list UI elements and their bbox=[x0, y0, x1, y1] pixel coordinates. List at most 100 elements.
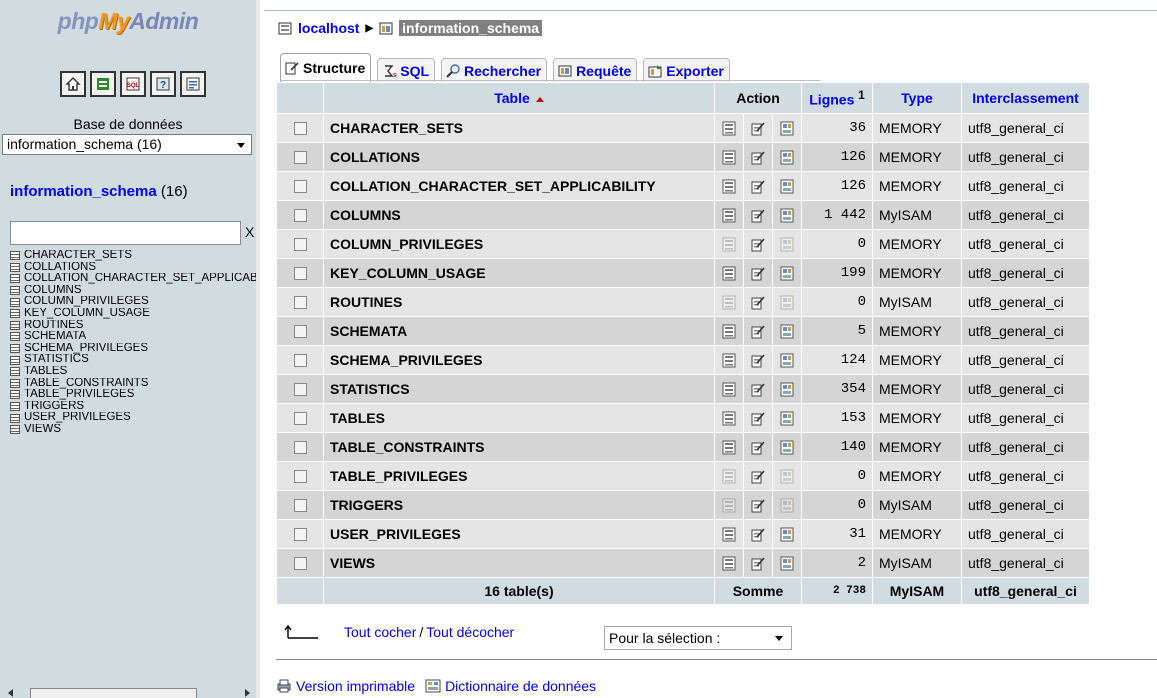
table-name[interactable]: STATISTICS bbox=[324, 375, 714, 403]
table-row[interactable]: TRIGGERS 0 MyISAM utf8_general_ci bbox=[277, 491, 1089, 519]
browse-icon[interactable] bbox=[722, 382, 736, 397]
sidebar-table-label[interactable]: CHARACTER_SETS bbox=[24, 250, 132, 262]
sidebar-table-label[interactable]: COLUMNS bbox=[24, 285, 82, 297]
sidebar-table-label[interactable]: SCHEMATA bbox=[24, 331, 86, 343]
exit-icon[interactable] bbox=[90, 71, 116, 97]
search-table-icon[interactable] bbox=[780, 324, 794, 339]
table-name[interactable]: CHARACTER_SETS bbox=[324, 114, 714, 142]
structure-icon[interactable] bbox=[751, 324, 765, 339]
browse-icon[interactable] bbox=[722, 527, 736, 542]
database-link[interactable]: information_schema (16) bbox=[10, 183, 188, 200]
sidebar-table-label[interactable]: COLLATIONS bbox=[24, 262, 96, 274]
table-icon[interactable] bbox=[10, 344, 20, 354]
table-icon[interactable] bbox=[10, 378, 20, 388]
scroll-left-icon[interactable] bbox=[8, 689, 13, 697]
table-icon[interactable] bbox=[10, 425, 20, 435]
sidebar-table-label[interactable]: ROUTINES bbox=[24, 320, 83, 332]
row-checkbox[interactable] bbox=[293, 469, 307, 483]
tab-exporter[interactable]: Exporter bbox=[643, 58, 730, 82]
row-checkbox[interactable] bbox=[293, 237, 307, 251]
table-icon[interactable] bbox=[10, 413, 20, 423]
breadcrumb-server[interactable]: localhost bbox=[298, 20, 359, 36]
breadcrumb-database[interactable]: information_schema bbox=[399, 20, 543, 36]
search-table-icon[interactable] bbox=[780, 527, 794, 542]
sidebar-table-item[interactable]: COLLATIONS bbox=[10, 262, 256, 274]
search-table-icon[interactable] bbox=[780, 556, 794, 571]
table-name[interactable]: TABLES bbox=[324, 404, 714, 432]
browse-icon[interactable] bbox=[722, 440, 736, 455]
table-name[interactable]: COLLATIONS bbox=[324, 143, 714, 171]
table-row[interactable]: TABLE_CONSTRAINTS 140 MEMORY utf8_general_c… bbox=[277, 433, 1089, 461]
search-table-icon[interactable] bbox=[780, 295, 794, 310]
table-name[interactable]: COLUMN_PRIVILEGES bbox=[324, 230, 714, 258]
collation-column-header[interactable]: Interclassement bbox=[962, 83, 1089, 113]
table-row[interactable]: USER_PRIVILEGES 31 MEMORY utf8_general_ci bbox=[277, 520, 1089, 548]
browse-icon[interactable] bbox=[722, 324, 736, 339]
structure-icon[interactable] bbox=[751, 527, 765, 542]
table-row[interactable]: TABLE_PRIVILEGES 0 MEMORY utf8_general_ci bbox=[277, 462, 1089, 490]
search-table-icon[interactable] bbox=[780, 237, 794, 252]
scroll-thumb[interactable] bbox=[30, 688, 197, 698]
browse-icon[interactable] bbox=[722, 237, 736, 252]
row-checkbox[interactable] bbox=[293, 121, 307, 135]
type-column-header[interactable]: Type bbox=[873, 83, 961, 113]
structure-icon[interactable] bbox=[751, 295, 765, 310]
search-table-icon[interactable] bbox=[780, 266, 794, 281]
scroll-right-icon[interactable] bbox=[245, 689, 250, 697]
sidebar-table-label[interactable]: COLUMN_PRIVILEGES bbox=[24, 296, 149, 308]
table-row[interactable]: STATISTICS 354 MEMORY utf8_general_ci bbox=[277, 375, 1089, 403]
sidebar-table-item[interactable]: TRIGGERS bbox=[10, 401, 256, 413]
table-icon[interactable] bbox=[10, 309, 20, 319]
row-checkbox[interactable] bbox=[293, 295, 307, 309]
row-checkbox[interactable] bbox=[293, 353, 307, 367]
row-checkbox[interactable] bbox=[293, 411, 307, 425]
structure-icon[interactable] bbox=[751, 353, 765, 368]
table-icon[interactable] bbox=[10, 251, 20, 261]
browse-icon[interactable] bbox=[722, 469, 736, 484]
browse-icon[interactable] bbox=[722, 556, 736, 571]
search-table-icon[interactable] bbox=[780, 179, 794, 194]
tab-structure[interactable]: Structure bbox=[280, 53, 372, 82]
search-table-icon[interactable] bbox=[780, 411, 794, 426]
sidebar-table-item[interactable]: COLUMN_PRIVILEGES bbox=[10, 296, 256, 308]
table-row[interactable]: KEY_COLUMN_USAGE 199 MEMORY utf8_general_ci bbox=[277, 259, 1089, 287]
sidebar-table-item[interactable]: ROUTINES bbox=[10, 320, 256, 332]
browse-icon[interactable] bbox=[722, 208, 736, 223]
row-checkbox[interactable] bbox=[293, 150, 307, 164]
table-name[interactable]: ROUTINES bbox=[324, 288, 714, 316]
rows-column-header[interactable]: Lignes 1 bbox=[802, 83, 872, 113]
horizontal-scrollbar[interactable] bbox=[8, 686, 250, 698]
table-row[interactable]: COLUMNS 1 442 MyISAM utf8_general_ci bbox=[277, 201, 1089, 229]
docs-icon[interactable] bbox=[180, 71, 206, 97]
table-name[interactable]: USER_PRIVILEGES bbox=[324, 520, 714, 548]
table-row[interactable]: COLLATIONS 126 MEMORY utf8_general_ci bbox=[277, 143, 1089, 171]
table-row[interactable]: COLLATION_CHARACTER_SET_APPLICABILITY 126… bbox=[277, 172, 1089, 200]
table-name[interactable]: KEY_COLUMN_USAGE bbox=[324, 259, 714, 287]
table-column-header[interactable]: Table bbox=[324, 83, 714, 113]
structure-icon[interactable] bbox=[751, 556, 765, 571]
tab-sql[interactable]: SQLSQL bbox=[377, 58, 436, 82]
browse-icon[interactable] bbox=[722, 266, 736, 281]
structure-icon[interactable] bbox=[751, 179, 765, 194]
print-view-link[interactable]: Version imprimable bbox=[296, 678, 415, 694]
browse-icon[interactable] bbox=[722, 179, 736, 194]
row-checkbox[interactable] bbox=[293, 527, 307, 541]
table-icon[interactable] bbox=[10, 367, 20, 377]
sidebar-table-item[interactable]: CHARACTER_SETS bbox=[10, 250, 256, 262]
structure-icon[interactable] bbox=[751, 498, 765, 513]
check-all-link[interactable]: Tout cocher bbox=[344, 624, 416, 640]
sidebar-table-label[interactable]: STATISTICS bbox=[24, 354, 89, 366]
structure-icon[interactable] bbox=[751, 208, 765, 223]
row-checkbox[interactable] bbox=[293, 556, 307, 570]
search-table-icon[interactable] bbox=[780, 382, 794, 397]
table-name[interactable]: TABLE_CONSTRAINTS bbox=[324, 433, 714, 461]
sidebar-table-item[interactable]: VIEWS bbox=[10, 424, 256, 436]
search-table-icon[interactable] bbox=[780, 121, 794, 136]
sidebar-table-label[interactable]: KEY_COLUMN_USAGE bbox=[24, 308, 150, 320]
table-icon[interactable] bbox=[10, 402, 20, 412]
structure-icon[interactable] bbox=[751, 411, 765, 426]
table-row[interactable]: CHARACTER_SETS 36 MEMORY utf8_general_ci bbox=[277, 114, 1089, 142]
uncheck-all-link[interactable]: Tout décocher bbox=[426, 624, 514, 640]
browse-icon[interactable] bbox=[722, 150, 736, 165]
structure-icon[interactable] bbox=[751, 150, 765, 165]
